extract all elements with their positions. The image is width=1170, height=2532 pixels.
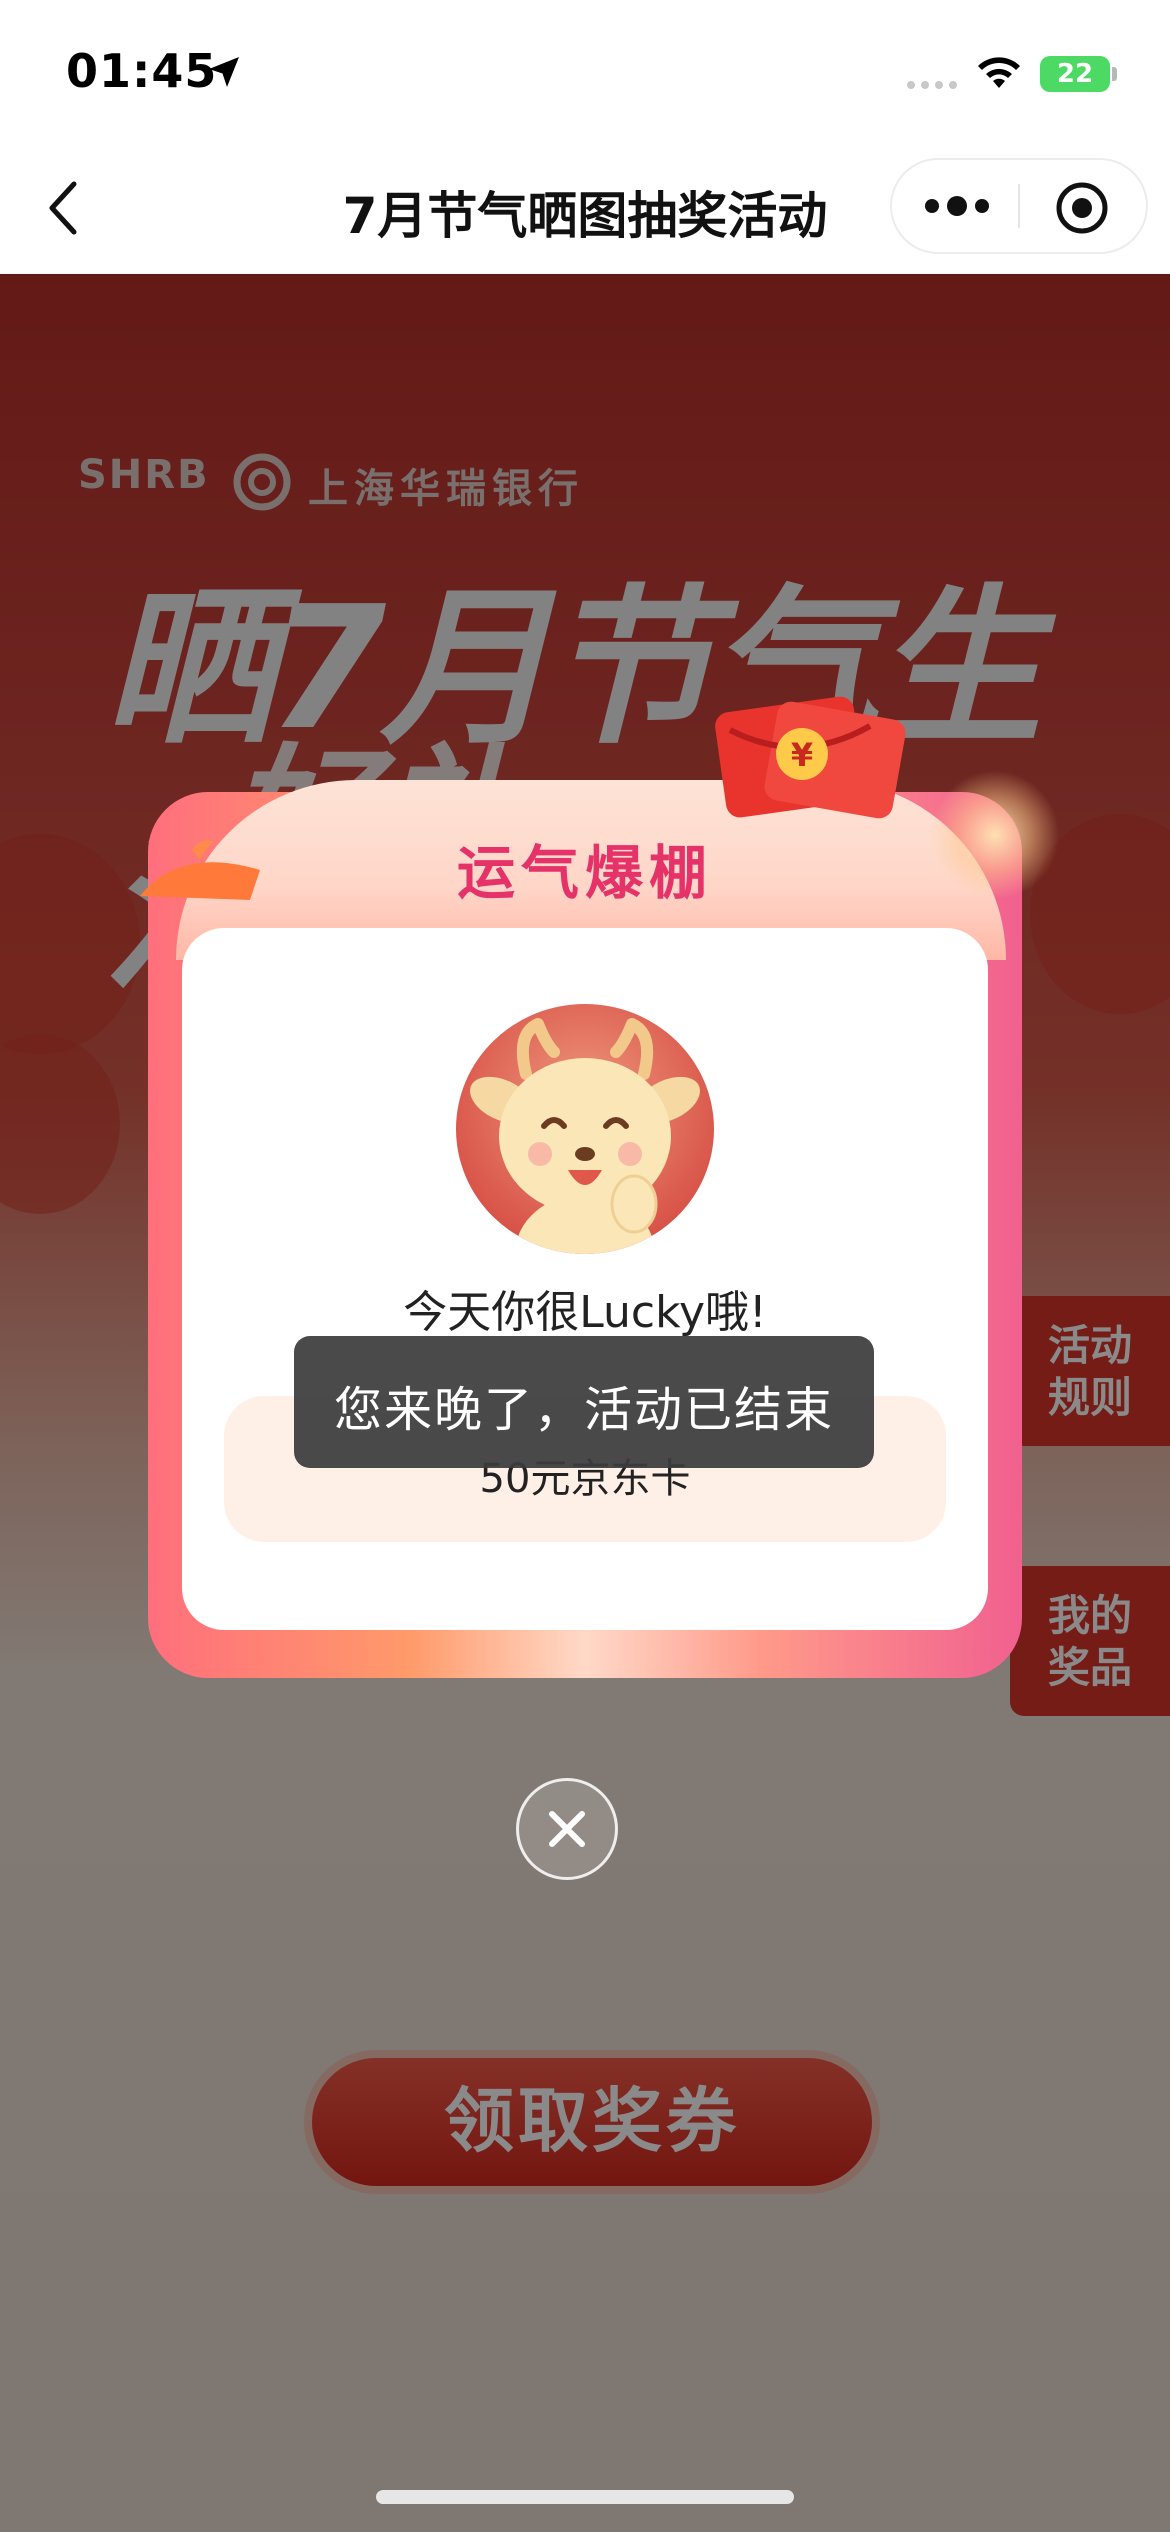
battery-cap [1112,67,1117,81]
more-dots-icon[interactable] [922,188,992,224]
status-time: 01:45 [66,44,218,98]
back-chevron-icon[interactable] [44,178,84,238]
location-arrow-icon [209,57,239,87]
signal-dots-icon [907,81,957,89]
mascot-avatar [456,1004,714,1254]
home-indicator[interactable] [376,2490,794,2504]
red-envelope-icon: ¥ [715,696,906,819]
lucky-message: 今天你很Lucky哦! [403,1287,767,1338]
battery-level: 22 [1056,59,1094,89]
svg-text:¥: ¥ [791,736,813,774]
page-title: 7月节气晒图抽奖活动 [342,187,828,245]
capsule-divider [1018,184,1020,228]
target-icon[interactable] [1054,180,1110,236]
toast-message: 您来晚了，活动已结束 [333,1382,834,1438]
deer-mascot-icon [470,1018,700,1254]
wifi-icon [978,57,1020,88]
close-icon [549,1811,585,1847]
modal-title: 运气爆棚 [456,839,713,907]
